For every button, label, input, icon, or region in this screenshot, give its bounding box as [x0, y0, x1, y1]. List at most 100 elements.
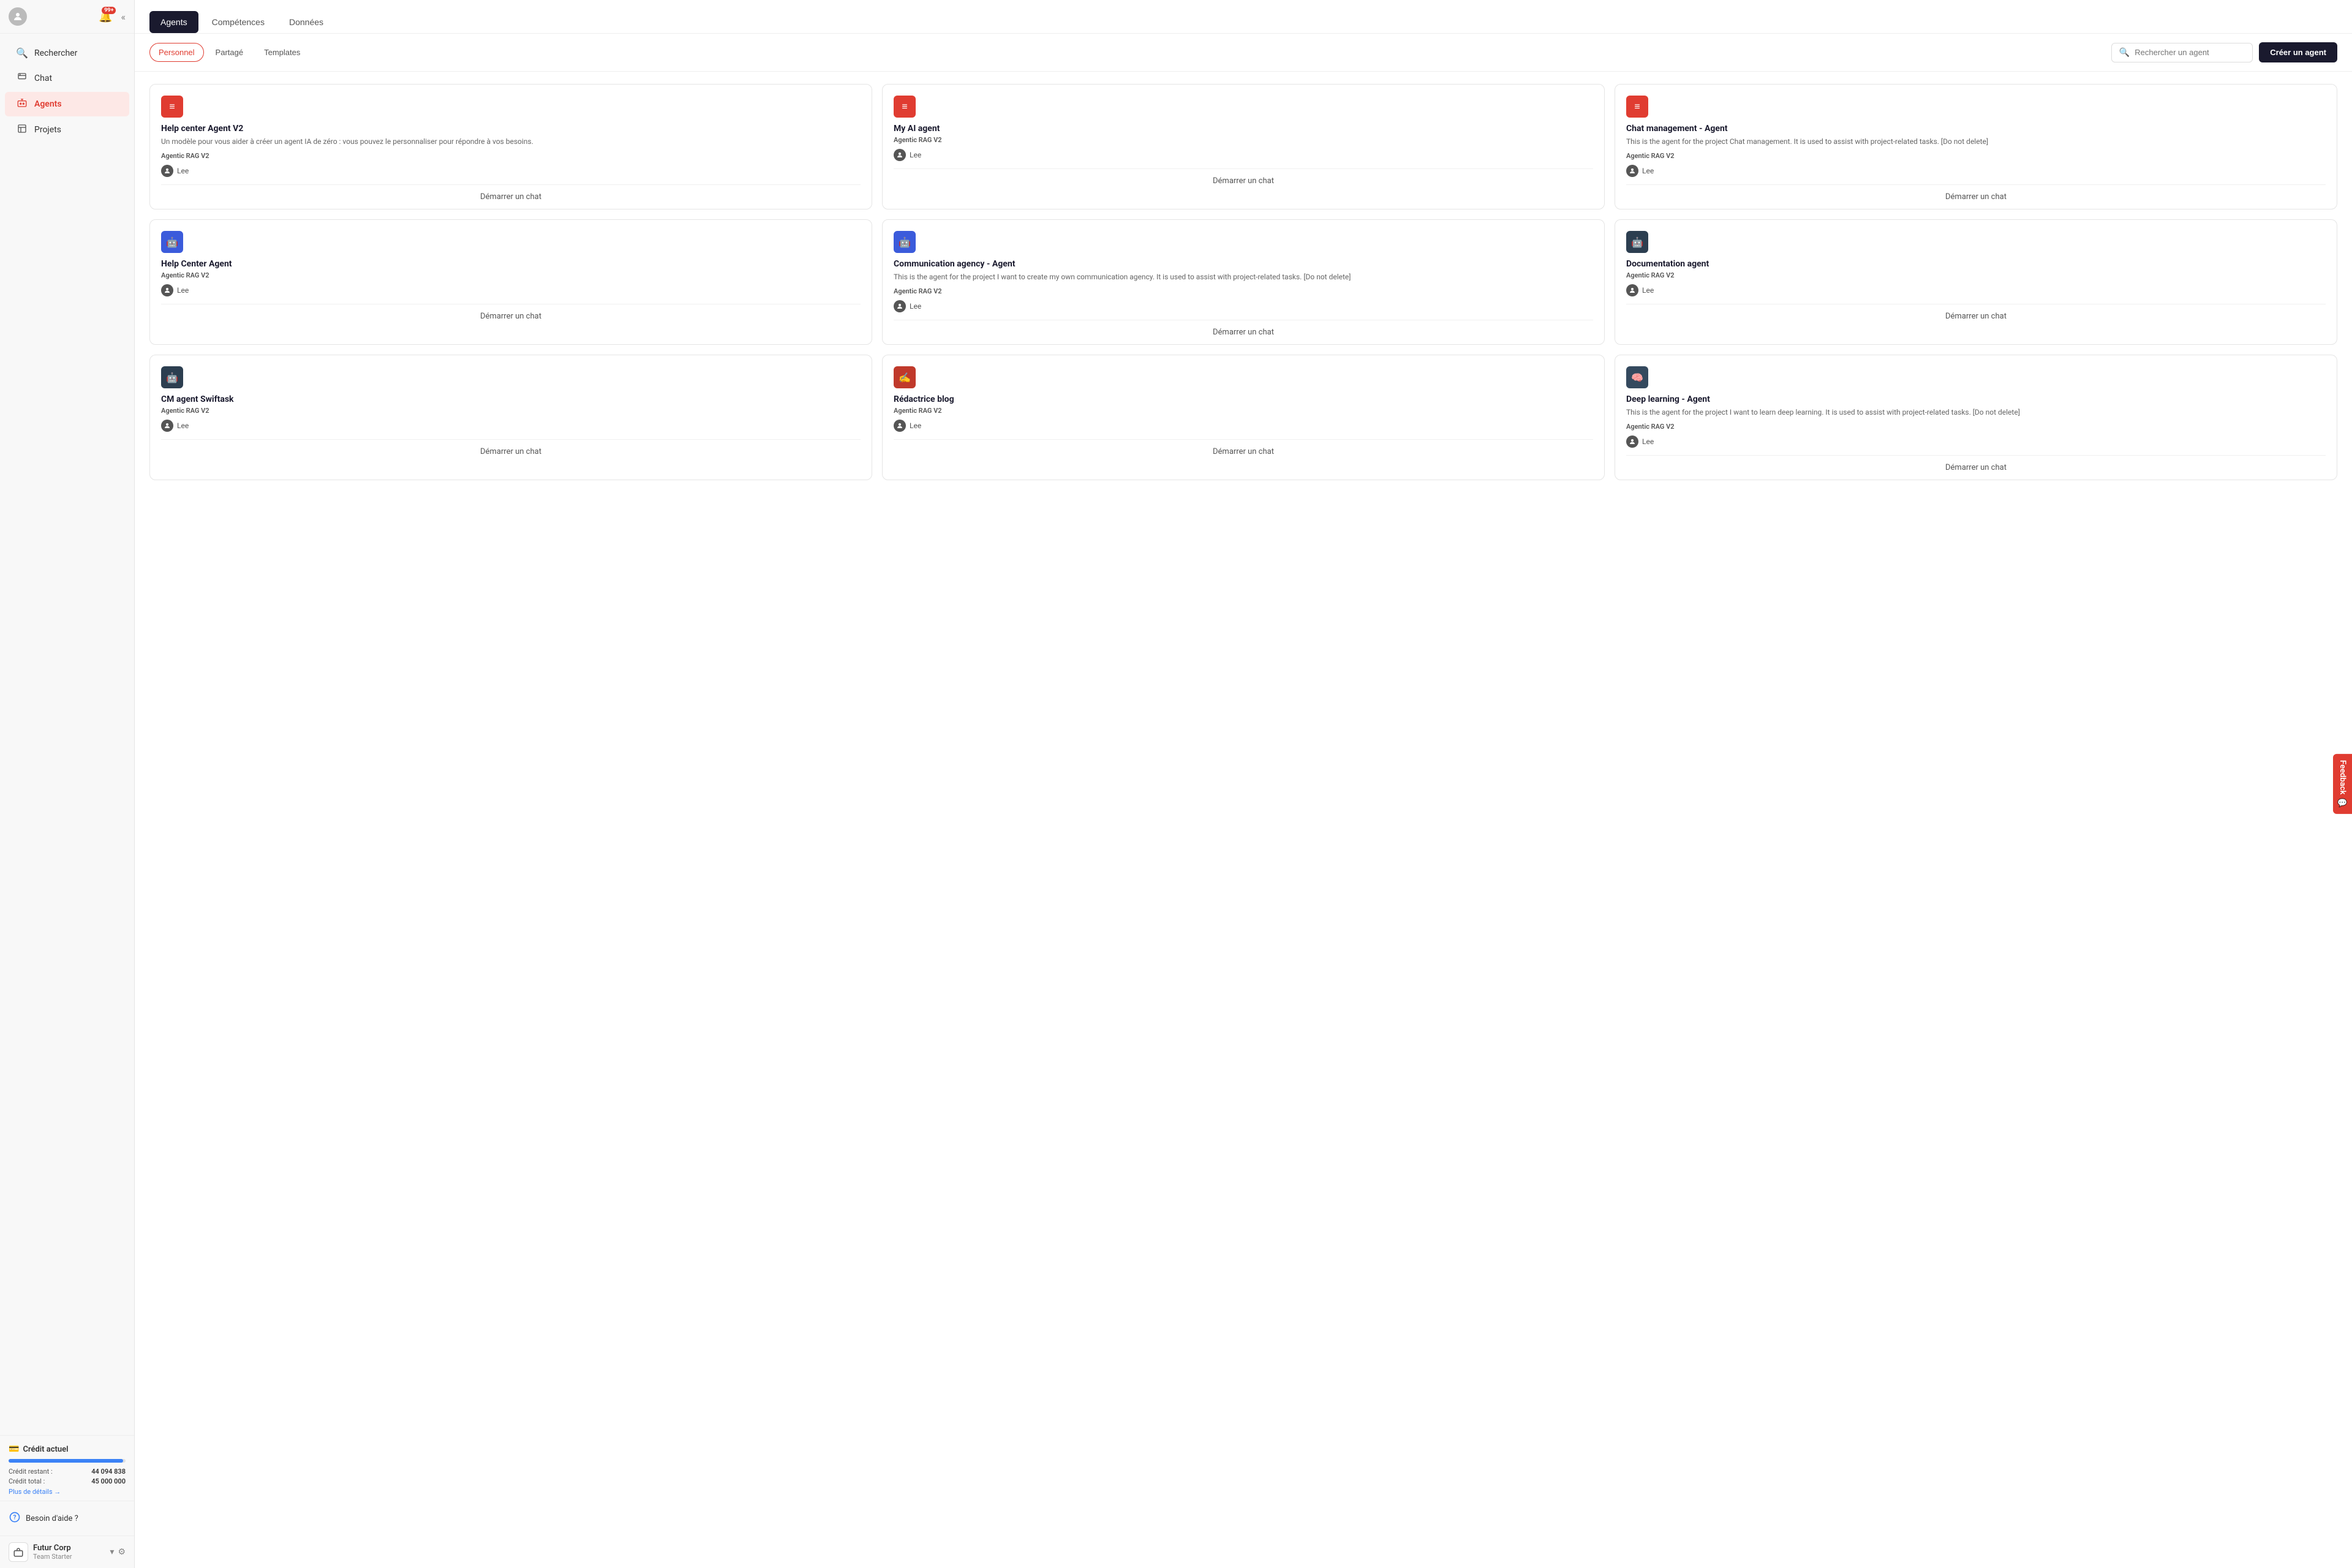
tab-agents[interactable]: Agents — [149, 11, 198, 33]
search-icon: 🔍 — [16, 47, 28, 59]
sidebar-top: 🔔 99+ « — [0, 0, 134, 34]
sidebar-item-agents-label: Agents — [34, 99, 62, 109]
agent-card-title: Rédactrice blog — [894, 394, 1593, 404]
create-agent-button[interactable]: Créer un agent — [2259, 42, 2337, 62]
agent-card-title: Help Center Agent — [161, 259, 861, 269]
agent-card-title: Chat management - Agent — [1626, 124, 2326, 134]
agents-grid: ≡ Help center Agent V2 Un modèle pour vo… — [135, 72, 2352, 492]
tab-templates[interactable]: Templates — [255, 43, 309, 62]
agent-user-avatar — [1626, 165, 1638, 177]
agent-user-avatar — [1626, 284, 1638, 296]
secondary-tabs: Personnel Partagé Templates — [149, 43, 309, 62]
agent-card-help-center-v2[interactable]: ≡ Help center Agent V2 Un modèle pour vo… — [149, 84, 872, 209]
credit-total-row: Crédit total : 45 000 000 — [9, 1477, 126, 1485]
org-expand-button[interactable]: ▾ — [110, 1547, 114, 1557]
agent-icon: ≡ — [1626, 96, 1648, 118]
org-name: Futur Corp — [33, 1544, 105, 1553]
agent-card-title: Help center Agent V2 — [161, 124, 861, 134]
agent-card-cm-agent-swiftask[interactable]: 🤖 CM agent Swiftask Agentic RAG V2 Lee D… — [149, 355, 872, 480]
credit-remaining-row: Crédit restant : 44 094 838 — [9, 1468, 126, 1476]
agent-card-model: Agentic RAG V2 — [1626, 152, 2326, 160]
agent-icon: 🧠 — [1626, 366, 1648, 388]
agent-start-chat-button[interactable]: Démarrer un chat — [894, 439, 1593, 464]
tab-partage[interactable]: Partagé — [206, 43, 253, 62]
agent-user-name: Lee — [910, 302, 921, 311]
agent-user-name: Lee — [1642, 286, 1654, 295]
credit-bar-fill — [9, 1459, 123, 1463]
agent-card-description: This is the agent for the project I want… — [894, 271, 1593, 282]
avatar — [9, 7, 27, 26]
projets-icon — [16, 124, 28, 136]
credit-title: 💳 Crédit actuel — [9, 1444, 126, 1454]
agent-card-help-center-agent[interactable]: 🤖 Help Center Agent Agentic RAG V2 Lee D… — [149, 219, 872, 345]
agent-card-my-ai-agent[interactable]: ≡ My AI agent Agentic RAG V2 Lee Démarre… — [882, 84, 1605, 209]
agent-start-chat-button[interactable]: Démarrer un chat — [161, 184, 861, 209]
sidebar-item-rechercher-label: Rechercher — [34, 48, 77, 58]
agent-card-user: Lee — [161, 165, 861, 177]
sidebar-item-projets[interactable]: Projets — [5, 118, 129, 142]
primary-tabs: Agents Compétences Données — [149, 11, 2337, 33]
agent-user-avatar — [1626, 435, 1638, 448]
agent-start-chat-button[interactable]: Démarrer un chat — [894, 168, 1593, 193]
agent-card-redactrice-blog[interactable]: ✍ Rédactrice blog Agentic RAG V2 Lee Dém… — [882, 355, 1605, 480]
agent-card-deep-learning-agent[interactable]: 🧠 Deep learning - Agent This is the agen… — [1615, 355, 2337, 480]
credit-remaining-label: Crédit restant : — [9, 1468, 53, 1476]
search-box[interactable]: 🔍 — [2111, 43, 2253, 62]
notification-badge: 99+ — [102, 7, 116, 14]
tab-personnel[interactable]: Personnel — [149, 43, 204, 62]
agent-card-model: Agentic RAG V2 — [894, 407, 1593, 415]
sidebar-item-projets-label: Projets — [34, 125, 61, 135]
org-section: Futur Corp Team Starter ▾ ⚙ — [0, 1536, 134, 1568]
agent-start-chat-button[interactable]: Démarrer un chat — [1626, 455, 2326, 480]
agent-card-description: Un modèle pour vous aider à créer un age… — [161, 136, 861, 147]
help-button[interactable]: ? Besoin d'aide ? — [9, 1507, 126, 1529]
agent-start-chat-button[interactable]: Démarrer un chat — [161, 439, 861, 464]
agent-card-user: Lee — [894, 300, 1593, 312]
collapse-sidebar-button[interactable]: « — [121, 11, 126, 23]
help-section: ? Besoin d'aide ? — [0, 1501, 134, 1536]
agent-icon: 🤖 — [161, 231, 183, 253]
agent-start-chat-button[interactable]: Démarrer un chat — [894, 320, 1593, 344]
agent-start-chat-button[interactable]: Démarrer un chat — [1626, 304, 2326, 328]
agent-card-model: Agentic RAG V2 — [894, 287, 1593, 295]
agent-start-chat-button[interactable]: Démarrer un chat — [161, 304, 861, 328]
sidebar-nav: 🔍 Rechercher Chat Agents Projets — [0, 34, 134, 1435]
agent-card-description: This is the agent for the project Chat m… — [1626, 136, 2326, 147]
sub-header: Personnel Partagé Templates 🔍 Créer un a… — [135, 34, 2352, 72]
credit-details-link[interactable]: Plus de détails → — [9, 1488, 126, 1496]
agent-user-name: Lee — [1642, 167, 1654, 175]
agent-card-communication-agency[interactable]: 🤖 Communication agency - Agent This is t… — [882, 219, 1605, 345]
agent-icon: ≡ — [894, 96, 916, 118]
agent-card-title: Documentation agent — [1626, 259, 2326, 269]
agent-user-avatar — [894, 420, 906, 432]
agent-card-user: Lee — [1626, 165, 2326, 177]
sidebar-item-chat[interactable]: Chat — [5, 66, 129, 91]
org-settings-button[interactable]: ⚙ — [118, 1547, 126, 1557]
sidebar-item-agents[interactable]: Agents — [5, 92, 129, 116]
tab-donnees[interactable]: Données — [278, 11, 334, 33]
agent-card-documentation-agent[interactable]: 🤖 Documentation agent Agentic RAG V2 Lee… — [1615, 219, 2337, 345]
chat-icon — [16, 72, 28, 85]
agent-card-chat-management[interactable]: ≡ Chat management - Agent This is the ag… — [1615, 84, 2337, 209]
feedback-label: Feedback — [2338, 760, 2347, 794]
agent-card-model: Agentic RAG V2 — [894, 136, 1593, 144]
tab-competences[interactable]: Compétences — [201, 11, 276, 33]
agent-card-model: Agentic RAG V2 — [161, 407, 861, 415]
agent-start-chat-button[interactable]: Démarrer un chat — [1626, 184, 2326, 209]
agent-card-title: CM agent Swiftask — [161, 394, 861, 404]
agent-user-name: Lee — [177, 286, 189, 295]
org-subtitle: Team Starter — [33, 1553, 105, 1561]
sidebar: 🔔 99+ « 🔍 Rechercher Chat Agents — [0, 0, 135, 1568]
svg-text:?: ? — [13, 1514, 17, 1521]
agent-icon: ≡ — [161, 96, 183, 118]
main-content: Agents Compétences Données Personnel Par… — [135, 0, 2352, 1568]
agent-icon: 🤖 — [894, 231, 916, 253]
agent-card-title: Communication agency - Agent — [894, 259, 1593, 269]
feedback-button[interactable]: Feedback 💬 — [2333, 754, 2352, 814]
org-info: Futur Corp Team Starter — [33, 1544, 105, 1561]
notifications-bell[interactable]: 🔔 99+ — [99, 10, 112, 23]
agent-user-name: Lee — [177, 167, 189, 175]
agent-card-user: Lee — [1626, 435, 2326, 448]
sidebar-item-rechercher[interactable]: 🔍 Rechercher — [5, 41, 129, 65]
search-input[interactable] — [2135, 48, 2245, 57]
